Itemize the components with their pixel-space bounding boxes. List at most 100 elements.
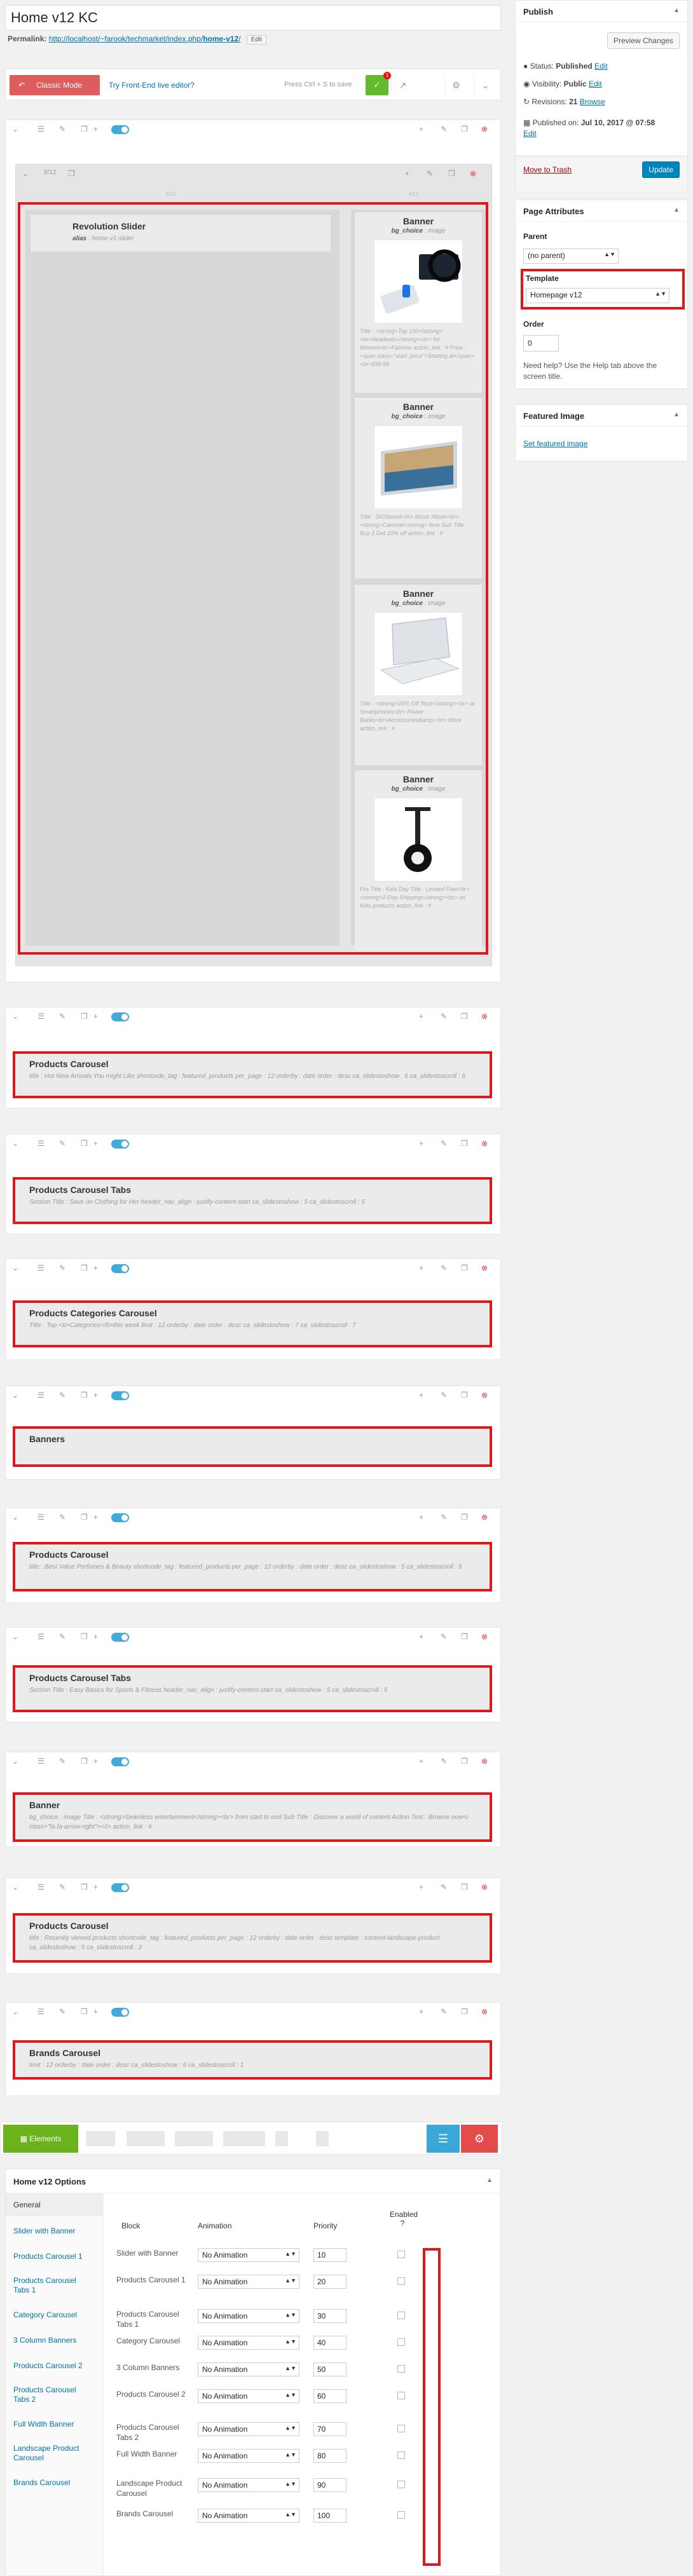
layout-4-icon[interactable] [223,2131,265,2146]
collapse-arrow-icon[interactable]: ▲ [486,2177,493,2184]
collapse-icon[interactable]: ⌄ [12,1391,18,1400]
duplicate-icon[interactable]: ❐ [461,1757,468,1766]
order-input[interactable]: 0 [523,335,559,351]
priority-input[interactable]: 90 [313,2478,346,2492]
enabled-checkbox[interactable] [397,2365,405,2373]
plus-icon[interactable]: + [419,1632,423,1641]
add-icon[interactable]: + [93,1264,98,1272]
settings-icon[interactable]: ✎ [441,2007,447,2016]
set-featured-image-link[interactable]: Set featured image [523,439,587,448]
edit-icon[interactable]: ✎ [59,1391,65,1400]
columns-icon[interactable]: ☰ [38,1391,45,1400]
frontend-editor-link[interactable]: Try Front-End live editor? [109,81,195,90]
add-icon[interactable]: + [93,1883,98,1891]
copy-icon[interactable]: ❐ [81,125,88,133]
element-block[interactable]: Products Categories Carousel Title : Top … [13,1300,492,1347]
priority-input[interactable]: 100 [313,2509,346,2523]
duplicate-icon[interactable]: ❐ [461,1513,468,1522]
collapse-icon[interactable]: ⌄ [12,1139,18,1148]
edit-icon[interactable]: ✎ [59,1513,65,1522]
collapse-icon[interactable]: ⌄ [12,1513,18,1522]
animation-select[interactable]: No Animation ▲▼ [198,2389,299,2403]
copy-icon[interactable]: ❐ [81,1012,88,1021]
row-toggle[interactable] [111,2008,129,2017]
copy-icon[interactable]: ❐ [81,1757,88,1766]
edit-icon[interactable]: ✎ [59,125,65,133]
elements-button[interactable]: ▦ Elements [3,2125,78,2153]
columns-icon[interactable]: ☰ [38,125,45,133]
duplicate-icon[interactable]: ❐ [461,1264,468,1272]
banner-element[interactable]: Banner bg_choice : image Title : 360Soun… [355,398,482,578]
plus-icon[interactable]: + [419,1264,423,1272]
save-button[interactable]: ✓ 1 [366,72,391,95]
nav-general[interactable]: General [6,2193,104,2216]
row-toggle[interactable] [111,1513,129,1522]
gear-icon[interactable]: ⚙ [444,75,467,95]
parent-select[interactable]: (no parent) ▲▼ [523,249,619,264]
delete-icon[interactable]: ⊗ [481,125,488,133]
collapse-icon[interactable]: ⌄ [12,1264,18,1272]
element-block[interactable]: Products Carousel title : Best Value Perf… [13,1542,492,1591]
delete-icon[interactable]: ⊗ [481,2007,488,2016]
row-toggle[interactable] [111,125,129,134]
element-block[interactable]: Brands Carousel limit : 12 orderby : date… [13,2040,492,2080]
image-block-icon[interactable] [316,2131,329,2146]
collapse-arrow-icon[interactable]: ▲ [673,411,680,418]
enabled-checkbox[interactable] [397,2251,405,2258]
settings-icon[interactable]: ✎ [441,1012,447,1021]
status-edit-link[interactable]: Edit [594,62,608,71]
element-block[interactable]: Products Carousel Tabs Section Title : Ea… [13,1665,492,1712]
move-to-trash-link[interactable]: Move to Trash [523,165,572,174]
duplicate-icon[interactable]: ❐ [461,1632,468,1641]
row-toggle[interactable] [111,1140,129,1148]
edit-icon[interactable]: ✎ [59,2007,65,2016]
banner-element[interactable]: Banner bg_choice : image Title : <strong… [355,585,482,765]
animation-select[interactable]: No Animation ▲▼ [198,2449,299,2463]
nav-item[interactable]: Products Carousel 1 [6,2252,90,2261]
post-title-input[interactable]: Home v12 KC [5,5,501,31]
priority-input[interactable]: 40 [313,2336,346,2350]
duplicate-icon[interactable]: ❐ [461,2007,468,2016]
layout-1-icon[interactable] [86,2131,115,2146]
delete-icon[interactable]: ⊗ [481,1139,488,1148]
animation-select[interactable]: No Animation ▲▼ [198,2248,299,2262]
columns-icon[interactable]: ☰ [38,1513,45,1522]
animation-select[interactable]: No Animation ▲▼ [198,2309,299,2323]
layers-icon[interactable]: ☰ [427,2125,460,2153]
settings-icon[interactable]: ✎ [441,1264,447,1272]
enabled-checkbox[interactable] [397,2451,405,2459]
nav-item[interactable]: Category Carousel [6,2310,85,2320]
delete-icon[interactable]: ⊗ [481,1757,488,1766]
columns-icon[interactable]: ☰ [38,1883,45,1891]
export-icon[interactable]: ↗ [391,75,414,95]
delete-icon[interactable]: ⊗ [481,1391,488,1400]
collapse-icon[interactable]: ⌄ [12,2007,18,2016]
add-icon[interactable]: + [93,1513,98,1522]
element-block[interactable]: Products Carousel title : Hot New Arrival… [13,1051,492,1098]
settings-icon[interactable]: ✎ [441,1883,447,1891]
nav-item[interactable]: Landscape Product Carousel [6,2444,88,2463]
duplicate-icon[interactable]: ❐ [461,1139,468,1148]
nav-item[interactable]: Brands Carousel [6,2478,78,2488]
delete-icon[interactable]: ⊗ [470,169,476,178]
copy-icon[interactable]: ❐ [81,1883,88,1891]
collapse-icon[interactable]: ⌄ [12,1632,18,1641]
element-block[interactable]: Products Carousel Tabs Section Title : Sa… [13,1177,492,1224]
priority-input[interactable]: 50 [313,2362,346,2376]
columns-icon[interactable]: ☰ [38,2007,45,2016]
enabled-checkbox[interactable] [397,2312,405,2319]
duplicate-icon[interactable]: ❐ [461,1012,468,1021]
nav-item[interactable]: 3 Column Banners [6,2336,84,2345]
nav-item[interactable]: Full Width Banner [6,2420,81,2429]
copy-icon[interactable]: ❐ [81,1632,88,1641]
animation-select[interactable]: No Animation ▲▼ [198,2422,299,2436]
settings-icon[interactable]: ✎ [427,169,433,178]
plus-icon[interactable]: + [419,1139,423,1148]
duplicate-icon[interactable]: ❐ [461,1391,468,1400]
settings-icon[interactable]: ✎ [441,1513,447,1522]
duplicate-icon[interactable]: ❐ [448,169,455,178]
delete-icon[interactable]: ⊗ [481,1883,488,1891]
plus-icon[interactable]: + [405,169,409,178]
columns-icon[interactable]: ☰ [38,1264,45,1272]
enabled-checkbox[interactable] [397,2481,405,2488]
